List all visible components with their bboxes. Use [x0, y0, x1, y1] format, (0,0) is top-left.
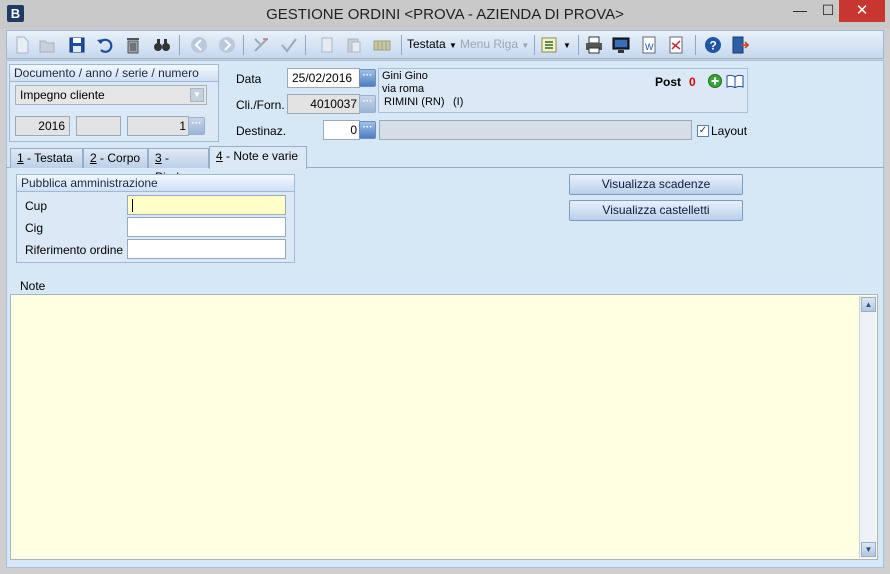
list-dropdown[interactable]: ▼: [563, 37, 571, 51]
cliforn-lookup-button[interactable]: ···: [359, 95, 376, 113]
monitor-icon[interactable]: [611, 35, 631, 55]
undo-icon[interactable]: [95, 35, 115, 55]
pa-group-title: Pubblica amministrazione: [17, 175, 294, 192]
prev-icon[interactable]: [189, 35, 209, 55]
list-icon[interactable]: [540, 35, 560, 55]
document-series-field[interactable]: [76, 116, 121, 136]
cliforn-field[interactable]: 4010037: [287, 94, 360, 114]
document-number-lookup-button[interactable]: ···: [188, 117, 205, 135]
next-icon[interactable]: [217, 35, 237, 55]
save-icon[interactable]: [67, 35, 87, 55]
note-label: Note: [20, 279, 46, 293]
destinaz-description-field: [379, 120, 692, 140]
visualizza-scadenze-button[interactable]: Visualizza scadenze: [569, 174, 743, 195]
scroll-down-icon[interactable]: ▼: [861, 542, 876, 557]
customer-street: via roma: [382, 83, 425, 95]
menu-riga[interactable]: Menu Riga ▼: [460, 37, 529, 51]
book-icon[interactable]: [726, 74, 744, 89]
document-group-title: Documento / anno / serie / numero: [10, 65, 218, 82]
delete-icon[interactable]: [123, 35, 143, 55]
document-type-select[interactable]: Impegno cliente ▼: [15, 85, 207, 105]
exit-icon[interactable]: [730, 35, 750, 55]
destinaz-label: Destinaz.: [236, 124, 287, 138]
chevron-down-icon: ▼: [190, 88, 204, 102]
visualizza-castelletti-button[interactable]: Visualizza castelletti: [569, 200, 743, 221]
tab-testata[interactable]: 1 - Testata: [10, 148, 83, 168]
document-number-field[interactable]: 1: [127, 116, 189, 136]
help-icon[interactable]: ?: [703, 35, 723, 55]
tab-note-e-varie[interactable]: 4 - Note e varie: [209, 146, 307, 169]
copy-icon[interactable]: [317, 35, 337, 55]
cig-label: Cig: [25, 221, 44, 235]
maximize-button[interactable]: ☐: [814, 0, 842, 22]
post-count: 0: [689, 75, 696, 89]
word-icon[interactable]: W: [639, 35, 659, 55]
data-label: Data: [236, 72, 262, 86]
paste-icon[interactable]: [344, 35, 364, 55]
new-icon[interactable]: [12, 35, 32, 55]
riferimento-ordine-label: Riferimento ordine: [25, 243, 124, 257]
layout-checkbox[interactable]: ✓: [697, 125, 709, 137]
cig-field[interactable]: [127, 217, 286, 237]
title-bar: B GESTIONE ORDINI <PROVA - AZIENDA DI PR…: [0, 0, 890, 29]
riferimento-ordine-field[interactable]: [127, 239, 286, 259]
testata-menu[interactable]: Testata ▼: [407, 37, 457, 51]
data-field[interactable]: 25/02/2016: [287, 68, 360, 88]
note-scrollbar[interactable]: ▲ ▼: [859, 296, 876, 558]
app-window: B GESTIONE ORDINI <PROVA - AZIENDA DI PR…: [0, 0, 890, 574]
window-title: GESTIONE ORDINI <PROVA - AZIENDA DI PROV…: [266, 6, 624, 23]
cup-label: Cup: [25, 199, 48, 213]
document-year-field[interactable]: 2016: [15, 116, 70, 136]
minimize-button[interactable]: —: [786, 0, 814, 22]
scroll-up-icon[interactable]: ▲: [861, 297, 876, 312]
check-icon[interactable]: [279, 35, 299, 55]
customer-name: Gini Gino: [382, 70, 428, 82]
document-type-value: Impegno cliente: [20, 88, 105, 102]
svg-text:?: ?: [710, 39, 717, 53]
grid-icon[interactable]: [372, 35, 392, 55]
cup-field[interactable]: [127, 195, 286, 215]
close-button[interactable]: ✕: [839, 0, 885, 22]
post-label: Post: [655, 75, 682, 89]
print-icon[interactable]: [584, 35, 604, 55]
open-icon[interactable]: [37, 35, 57, 55]
find-icon[interactable]: [152, 35, 172, 55]
note-textarea[interactable]: ▲ ▼: [10, 294, 878, 560]
customer-country: (I): [453, 96, 464, 108]
pdf-icon[interactable]: [666, 35, 686, 55]
tab-corpo[interactable]: 2 - Corpo: [83, 148, 148, 168]
destinaz-field[interactable]: 0: [323, 120, 360, 140]
customer-city: RIMINI (RN): [384, 96, 445, 108]
toolbar: Testata ▼ Menu Riga ▼ ▼ W ?: [6, 30, 884, 59]
cut-icon[interactable]: [251, 35, 271, 55]
cliforn-label: Cli./Forn.: [236, 98, 285, 112]
layout-label: Layout: [711, 124, 748, 138]
add-post-icon[interactable]: [708, 74, 722, 88]
svg-text:W: W: [645, 42, 654, 52]
tab-piede[interactable]: 3 - Piede: [148, 148, 209, 184]
destinaz-lookup-button[interactable]: ···: [359, 121, 376, 139]
data-calendar-button[interactable]: ···: [359, 69, 376, 87]
